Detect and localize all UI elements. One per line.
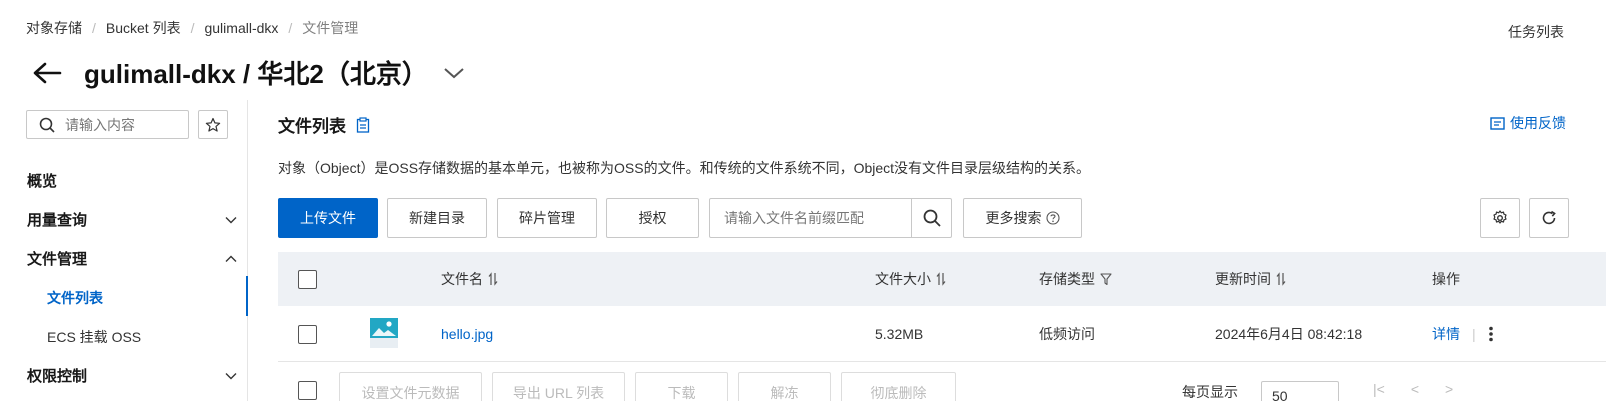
sidebar-search-input[interactable] xyxy=(65,116,175,133)
select-all-checkbox[interactable] xyxy=(298,270,317,289)
search-icon xyxy=(39,117,55,133)
more-search-label: 更多搜索 xyxy=(985,210,1042,226)
sidebar-active-indicator xyxy=(246,276,248,316)
back-arrow-icon[interactable] xyxy=(30,56,64,90)
file-search xyxy=(709,198,952,238)
column-header-updated[interactable]: 更新时间 xyxy=(1215,252,1286,306)
sidebar-item-file-list[interactable]: 文件列表 xyxy=(47,288,103,308)
chevron-down-icon xyxy=(225,216,237,223)
sidebar-item-label: 文件管理 xyxy=(27,251,88,268)
column-header-label: 文件大小 xyxy=(875,271,931,287)
breadcrumb-item-bucket-list[interactable]: Bucket 列表 xyxy=(106,18,181,38)
upload-file-button[interactable]: 上传文件 xyxy=(278,198,378,238)
column-header-actions: 操作 xyxy=(1432,271,1460,287)
task-list-link[interactable]: 任务列表 xyxy=(1508,22,1564,42)
section-title-text: 文件列表 xyxy=(278,117,346,136)
more-search-button[interactable]: 更多搜索 xyxy=(963,198,1082,238)
first-page-icon[interactable]: |< xyxy=(1373,381,1385,397)
breadcrumb-separator: / xyxy=(288,20,293,36)
sidebar-item-access-control[interactable]: 权限控制 xyxy=(27,365,237,386)
title-row: gulimall-dkx / 华北2（北京） xyxy=(30,54,466,91)
feedback-label: 使用反馈 xyxy=(1510,115,1566,131)
set-metadata-button[interactable]: 设置文件元数据 xyxy=(339,372,482,401)
more-actions-icon[interactable] xyxy=(1488,306,1494,362)
breadcrumb-separator: / xyxy=(92,20,96,36)
bottom-action-bar: 设置文件元数据 导出 URL 列表 下载 解冻 彻底删除 每页显示 50 |< … xyxy=(278,372,1606,401)
restore-button[interactable]: 解冻 xyxy=(738,372,831,401)
favorite-button[interactable] xyxy=(198,110,228,139)
sidebar-item-label: 权限控制 xyxy=(27,368,88,385)
download-button[interactable]: 下载 xyxy=(635,372,728,401)
permanent-delete-button[interactable]: 彻底删除 xyxy=(841,372,956,401)
clipboard-icon[interactable] xyxy=(356,116,370,133)
sort-icon[interactable] xyxy=(488,272,498,286)
description-text: 对象（Object）是OSS存储数据的基本单元，也被称为OSS的文件。和传统的文… xyxy=(278,160,1091,176)
authorize-button[interactable]: 授权 xyxy=(606,198,699,238)
filter-icon[interactable] xyxy=(1100,272,1112,286)
storage-type: 低频访问 xyxy=(1039,326,1095,342)
pagination: |< < > xyxy=(1373,381,1479,397)
breadcrumb-item-bucket[interactable]: gulimall-dkx xyxy=(204,20,278,36)
sidebar-item-ecs-mount[interactable]: ECS 挂载 OSS xyxy=(47,327,141,347)
updated-time: 2024年6月4日 08:42:18 xyxy=(1215,326,1363,342)
export-url-button[interactable]: 导出 URL 列表 xyxy=(492,372,625,401)
file-name-link[interactable]: hello.jpg xyxy=(441,306,493,362)
star-icon xyxy=(205,117,221,132)
search-button[interactable] xyxy=(911,199,951,237)
page-title: gulimall-dkx / 华北2（北京） xyxy=(84,59,428,89)
section-title: 文件列表 xyxy=(278,112,370,137)
breadcrumb-item-oss[interactable]: 对象存储 xyxy=(26,18,82,38)
table-header: 文件名 文件大小 存储类型 更新时间 操作 xyxy=(278,252,1606,306)
chevron-up-icon xyxy=(225,255,237,262)
help-icon xyxy=(1045,211,1060,225)
sort-icon[interactable] xyxy=(936,272,946,286)
page-size-label: 每页显示 xyxy=(1182,384,1238,400)
sidebar-item-usage[interactable]: 用量查询 xyxy=(27,209,237,230)
search-icon xyxy=(923,209,941,227)
image-file-icon xyxy=(370,318,398,348)
breadcrumb: 对象存储 / Bucket 列表 / gulimall-dkx / 文件管理 xyxy=(26,18,358,38)
sidebar: 概览 用量查询 文件管理 文件列表 ECS 挂载 OSS 权限控制 xyxy=(0,100,248,401)
column-header-size[interactable]: 文件大小 xyxy=(875,252,946,306)
sort-icon[interactable] xyxy=(1276,272,1286,286)
chevron-down-icon[interactable] xyxy=(442,61,466,85)
column-header-storage-type[interactable]: 存储类型 xyxy=(1039,252,1112,306)
refresh-button[interactable] xyxy=(1529,198,1569,238)
chevron-down-icon xyxy=(225,372,237,379)
page-size-select[interactable]: 50 xyxy=(1261,381,1339,401)
column-header-filename[interactable]: 文件名 xyxy=(441,252,498,306)
sidebar-item-label: 概览 xyxy=(27,173,58,190)
next-page-icon[interactable]: > xyxy=(1445,381,1453,397)
new-directory-button[interactable]: 新建目录 xyxy=(387,198,487,238)
sidebar-search xyxy=(26,110,189,139)
table-row: hello.jpg 5.32MB 低频访问 2024年6月4日 08:42:18… xyxy=(278,306,1606,362)
fragment-management-button[interactable]: 碎片管理 xyxy=(497,198,597,238)
file-search-input[interactable] xyxy=(710,199,911,237)
breadcrumb-item-current: 文件管理 xyxy=(302,20,359,36)
refresh-icon xyxy=(1542,210,1556,225)
sidebar-item-file-management[interactable]: 文件管理 xyxy=(27,248,237,269)
action-divider: | xyxy=(1472,326,1476,342)
settings-button[interactable] xyxy=(1480,198,1520,238)
prev-page-icon[interactable]: < xyxy=(1411,381,1419,397)
breadcrumb-separator: / xyxy=(190,20,195,36)
gear-icon xyxy=(1493,210,1507,224)
file-size: 5.32MB xyxy=(875,326,924,342)
column-header-label: 存储类型 xyxy=(1039,271,1095,287)
feedback-icon xyxy=(1490,116,1505,130)
sidebar-item-label: 用量查询 xyxy=(27,212,88,229)
bottom-select-all-checkbox[interactable] xyxy=(298,381,317,400)
feedback-link[interactable]: 使用反馈 xyxy=(1490,113,1566,133)
column-header-label: 更新时间 xyxy=(1215,271,1271,287)
row-checkbox[interactable] xyxy=(298,325,317,344)
sidebar-item-overview[interactable]: 概览 xyxy=(27,170,237,191)
column-header-label: 文件名 xyxy=(441,271,483,287)
details-link[interactable]: 详情 xyxy=(1432,306,1460,362)
